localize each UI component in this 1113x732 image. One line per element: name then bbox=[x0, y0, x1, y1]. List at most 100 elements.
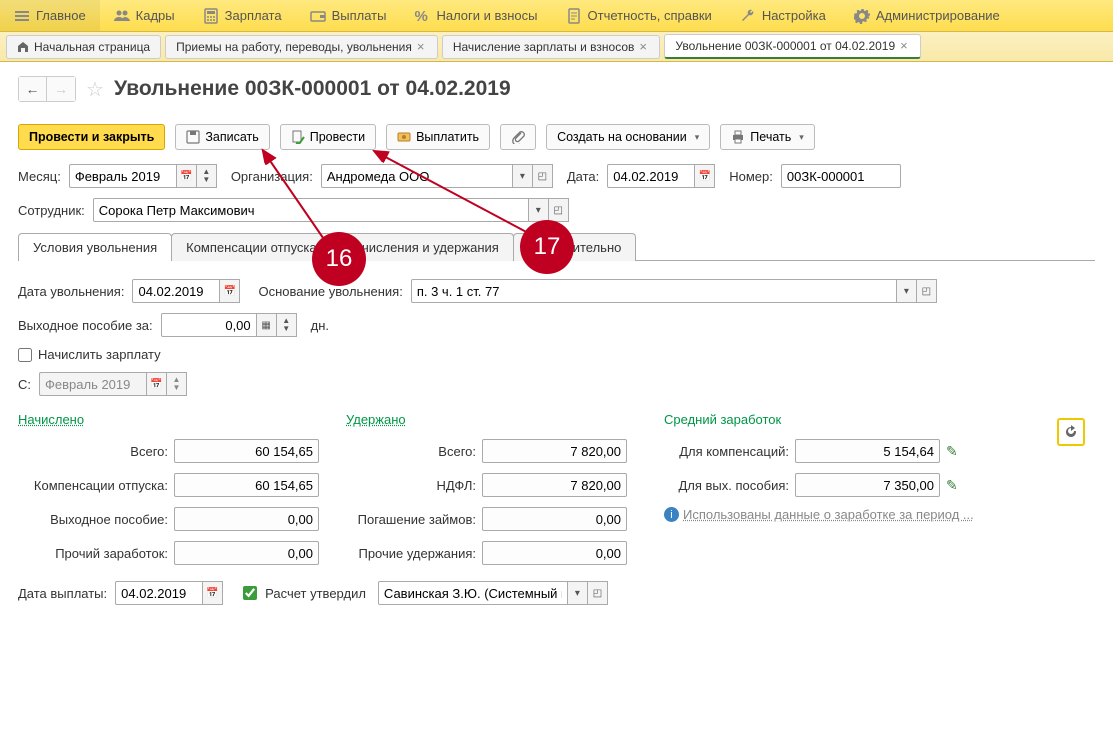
average-info-link[interactable]: Использованы данные о заработке за перио… bbox=[683, 507, 974, 522]
post-and-close-button[interactable]: Провести и закрыть bbox=[18, 124, 165, 150]
accrued-comp-label: Компенсации отпуска: bbox=[18, 478, 168, 493]
pay-date-label: Дата выплаты: bbox=[18, 586, 107, 601]
menu-payments-label: Выплаты bbox=[332, 8, 387, 23]
menu-taxes-label: Налоги и взносы bbox=[436, 8, 537, 23]
close-icon[interactable]: × bbox=[900, 41, 910, 51]
gear-icon bbox=[854, 8, 870, 24]
form-row-employee: Сотрудник: ▾ ◰ bbox=[18, 198, 1095, 222]
calendar-icon[interactable]: 📅 bbox=[220, 279, 240, 303]
withheld-loan-label: Погашение займов: bbox=[346, 512, 476, 527]
tab-dismissal[interactable]: Увольнение 00ЗК-000001 от 04.02.2019 × bbox=[664, 34, 921, 59]
menu-salary-label: Зарплата bbox=[225, 8, 282, 23]
withheld-ndfl-field[interactable] bbox=[482, 473, 627, 497]
tab-home[interactable]: Начальная страница bbox=[6, 35, 161, 59]
tab-payroll[interactable]: Начисление зарплаты и взносов × bbox=[442, 35, 661, 59]
withheld-other-field[interactable] bbox=[482, 541, 627, 565]
date-field[interactable] bbox=[607, 164, 695, 188]
menu-payments[interactable]: Выплаты bbox=[296, 0, 401, 31]
dropdown-icon[interactable]: ▾ bbox=[568, 581, 588, 605]
org-field[interactable] bbox=[321, 164, 513, 188]
accrued-other-field[interactable] bbox=[174, 541, 319, 565]
nav-back-button[interactable]: ← bbox=[19, 77, 47, 101]
open-icon[interactable]: ◰ bbox=[588, 581, 608, 605]
dropdown-icon[interactable]: ▾ bbox=[897, 279, 917, 303]
approved-label: Расчет утвердил bbox=[265, 586, 366, 601]
menu-salary[interactable]: Зарплата bbox=[189, 0, 296, 31]
withheld-total-field[interactable] bbox=[482, 439, 627, 463]
stepper-icon[interactable]: ▲▼ bbox=[277, 313, 297, 337]
open-icon[interactable]: ◰ bbox=[549, 198, 569, 222]
employee-field[interactable] bbox=[93, 198, 529, 222]
menu-admin[interactable]: Администрирование bbox=[840, 0, 1014, 31]
pencil-icon[interactable]: ✎ bbox=[946, 443, 962, 460]
calendar-icon[interactable]: 📅 bbox=[177, 164, 197, 188]
open-icon[interactable]: ◰ bbox=[917, 279, 937, 303]
save-button[interactable]: Записать bbox=[175, 124, 269, 150]
severance-row: Выходное пособие за: ▦ ▲▼ дн. bbox=[18, 313, 1095, 337]
tab-hires[interactable]: Приемы на работу, переводы, увольнения × bbox=[165, 35, 438, 59]
dropdown-icon[interactable]: ▾ bbox=[529, 198, 549, 222]
refresh-button[interactable] bbox=[1057, 418, 1085, 446]
from-field bbox=[39, 372, 147, 396]
tab-home-label: Начальная страница bbox=[34, 40, 150, 54]
pay-button[interactable]: Выплатить bbox=[386, 124, 490, 150]
average-sev-field[interactable] bbox=[795, 473, 940, 497]
accrued-col: Начислено Всего: Компенсации отпуска: Вы… bbox=[18, 412, 328, 575]
disk-icon bbox=[186, 130, 200, 144]
menu-reports[interactable]: Отчетность, справки bbox=[552, 0, 726, 31]
average-col: Средний заработок Для компенсаций:✎ Для … bbox=[664, 412, 1095, 575]
approver-field[interactable] bbox=[378, 581, 568, 605]
accrue-salary-checkbox[interactable] bbox=[18, 348, 32, 362]
menu-main[interactable]: Главное bbox=[0, 0, 100, 31]
withheld-heading[interactable]: Удержано bbox=[346, 412, 646, 427]
toolbar: Провести и закрыть Записать Провести Вып… bbox=[18, 124, 1095, 150]
menu-taxes[interactable]: % Налоги и взносы bbox=[400, 0, 551, 31]
dismiss-row: Дата увольнения: 📅 Основание увольнения:… bbox=[18, 279, 1095, 303]
doc-tab-compensation[interactable]: Компенсации отпуска bbox=[171, 233, 332, 261]
severance-field[interactable] bbox=[161, 313, 257, 337]
doc-tab-conditions[interactable]: Условия увольнения bbox=[18, 233, 172, 261]
attach-button[interactable] bbox=[500, 124, 536, 150]
page-title: Увольнение 00ЗК-000001 от 04.02.2019 bbox=[114, 77, 511, 101]
from-row: С: 📅 ▲▼ bbox=[18, 372, 1095, 396]
create-based-button[interactable]: Создать на основании bbox=[546, 124, 710, 150]
withheld-other-label: Прочие удержания: bbox=[346, 546, 476, 561]
accrued-total-label: Всего: bbox=[18, 444, 168, 459]
doc-icon bbox=[566, 8, 582, 24]
calendar-icon: 📅 bbox=[147, 372, 167, 396]
average-comp-field[interactable] bbox=[795, 439, 940, 463]
calendar-icon[interactable]: 📅 bbox=[695, 164, 715, 188]
calculator-icon[interactable]: ▦ bbox=[257, 313, 277, 337]
post-button[interactable]: Провести bbox=[280, 124, 376, 150]
footer-row: Дата выплаты: 📅 Расчет утвердил ▾ ◰ bbox=[18, 581, 1095, 605]
calendar-icon[interactable]: 📅 bbox=[203, 581, 223, 605]
favorite-star-icon[interactable]: ☆ bbox=[86, 77, 104, 102]
pay-date-field[interactable] bbox=[115, 581, 203, 605]
stepper-icon[interactable]: ▲▼ bbox=[197, 164, 217, 188]
accrued-heading[interactable]: Начислено bbox=[18, 412, 328, 427]
wallet-icon bbox=[310, 8, 326, 24]
accrued-total-field[interactable] bbox=[174, 439, 319, 463]
accrued-comp-field[interactable] bbox=[174, 473, 319, 497]
average-heading: Средний заработок bbox=[664, 412, 1095, 427]
menu-kadry[interactable]: Кадры bbox=[100, 0, 189, 31]
approved-checkbox[interactable] bbox=[243, 586, 257, 600]
withheld-loan-field[interactable] bbox=[482, 507, 627, 531]
tab-hires-label: Приемы на работу, переводы, увольнения bbox=[176, 40, 412, 54]
open-icon[interactable]: ◰ bbox=[533, 164, 553, 188]
pencil-icon[interactable]: ✎ bbox=[946, 477, 962, 494]
month-field[interactable] bbox=[69, 164, 177, 188]
menu-settings[interactable]: Настройка bbox=[726, 0, 840, 31]
month-label: Месяц: bbox=[18, 169, 61, 184]
basis-field[interactable] bbox=[411, 279, 897, 303]
accrued-severance-field[interactable] bbox=[174, 507, 319, 531]
close-icon[interactable]: × bbox=[639, 42, 649, 52]
print-button[interactable]: Печать bbox=[720, 124, 814, 150]
employee-label: Сотрудник: bbox=[18, 203, 85, 218]
number-field[interactable] bbox=[781, 164, 901, 188]
tab-payroll-label: Начисление зарплаты и взносов bbox=[453, 40, 635, 54]
close-icon[interactable]: × bbox=[417, 42, 427, 52]
nav-forward-button[interactable]: → bbox=[47, 77, 75, 101]
dropdown-icon[interactable]: ▾ bbox=[513, 164, 533, 188]
dismiss-date-field[interactable] bbox=[132, 279, 220, 303]
